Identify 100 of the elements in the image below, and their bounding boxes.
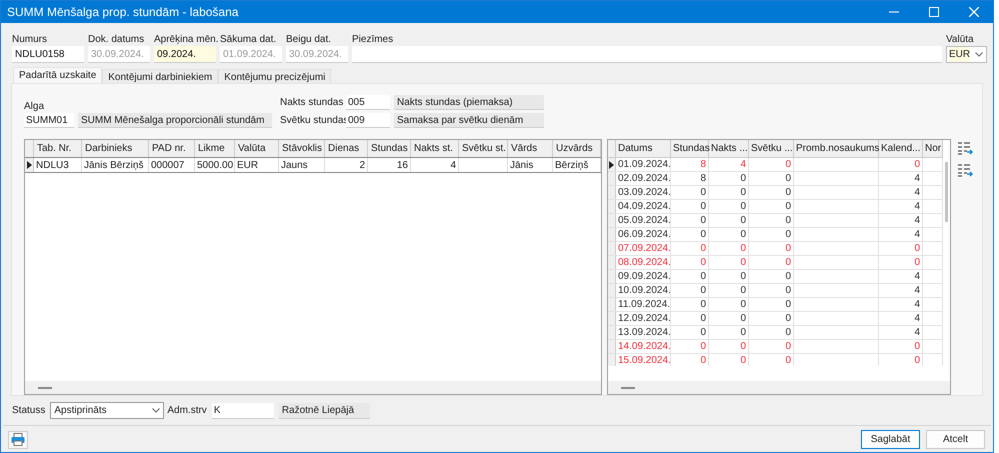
input-field[interactable]: 009 <box>346 113 390 128</box>
table-cell: 4 <box>879 270 923 283</box>
tab[interactable]: Padarītā uzskaite <box>13 67 102 83</box>
table-cell: 08.09.2024. <box>616 256 671 269</box>
field-label: Statuss <box>12 404 46 418</box>
table-cell: 0 <box>749 242 794 255</box>
table-cell: 16 <box>368 158 411 172</box>
input-field[interactable] <box>352 46 942 63</box>
column-header[interactable]: Stundas <box>671 140 709 157</box>
column-header[interactable]: Promb.nosaukums <box>794 140 879 157</box>
table-cell: 09.09.2024. <box>616 270 671 283</box>
table-cell: 0 <box>671 284 709 297</box>
column-header[interactable]: Tab. Nr. <box>34 140 82 157</box>
table-cell: 8 <box>671 172 709 185</box>
table-cell: 0 <box>879 242 923 255</box>
table-cell: 4 <box>411 158 459 172</box>
chevron-icon <box>975 52 983 57</box>
table-cell: 0 <box>879 340 923 353</box>
table-cell: 0 <box>671 186 709 199</box>
table-cell: 0 <box>749 256 794 269</box>
table-cell: 01.09.2024. <box>616 158 671 171</box>
table-cell: Jānis <box>508 158 553 172</box>
column-header[interactable]: Likme <box>195 140 235 157</box>
table-cell: 0 <box>749 326 794 339</box>
input-field[interactable]: K <box>212 402 274 418</box>
table-cell: 05.09.2024. <box>616 214 671 227</box>
table-cell: Jauns <box>279 158 325 172</box>
table-cell: 0 <box>749 172 794 185</box>
column-header[interactable]: Svētku st. <box>459 140 508 157</box>
printer-icon <box>11 433 25 446</box>
name-display: Samaksa par svētku dienām <box>394 113 544 128</box>
column-header[interactable]: Valūta <box>235 140 279 157</box>
table-cell: 0 <box>709 340 749 353</box>
table-cell: 0 <box>671 242 709 255</box>
table-cell: 0 <box>671 214 709 227</box>
field-label: Numurs <box>12 33 48 46</box>
table-cell: 0 <box>749 214 794 227</box>
field-label: Adm.strv <box>167 404 207 418</box>
table-cell: 0 <box>671 312 709 325</box>
table-cell: 0 <box>879 158 923 171</box>
table-cell: 0 <box>671 228 709 241</box>
close-icon[interactable] <box>969 7 979 17</box>
table-cell: 0 <box>709 284 749 297</box>
window-title: SUMM Mēnšalga prop. stundām - labošana <box>7 4 240 21</box>
dialog-button[interactable]: Saglabāt <box>861 430 920 449</box>
table-cell: 04.09.2024. <box>616 200 671 213</box>
column-header[interactable]: Darbinieks <box>82 140 149 157</box>
column-header[interactable]: PAD nr. <box>149 140 195 157</box>
status-dropdown[interactable]: Apstiprināts <box>50 402 164 419</box>
column-header[interactable]: Nakts ... <box>709 140 749 157</box>
print-button[interactable] <box>8 430 28 448</box>
table-cell: 0 <box>749 228 794 241</box>
column-header[interactable]: Svētku ... <box>749 140 794 157</box>
table-cell: 2 <box>325 158 368 172</box>
table-cell: 13.09.2024. <box>616 326 671 339</box>
table-cell: 4 <box>879 200 923 213</box>
field-label: Beigu dat. <box>286 33 332 46</box>
name-display: Nakts stundas (piemaksa) <box>394 95 544 110</box>
maximize-icon[interactable] <box>929 7 939 17</box>
chevron-icon <box>152 408 160 413</box>
grid-footer-handle[interactable] <box>38 386 52 388</box>
input-field[interactable]: 09.2024. <box>154 46 216 63</box>
column-header[interactable]: Dienas <box>325 140 368 157</box>
column-header[interactable]: Kalend... <box>879 140 923 157</box>
table-cell: 0 <box>671 298 709 311</box>
currency-dropdown[interactable]: EUR <box>946 46 987 63</box>
table-cell: 0 <box>749 312 794 325</box>
field-label: Piezīmes <box>352 33 394 46</box>
column-header[interactable]: Stundas <box>368 140 411 157</box>
column-header[interactable]: Datums <box>616 140 671 157</box>
dialog-button[interactable]: Atcelt <box>926 430 985 449</box>
column-header[interactable]: Vārds <box>508 140 553 157</box>
table-cell: 0 <box>749 284 794 297</box>
row-header[interactable] <box>25 158 34 172</box>
scrollbar-thumb[interactable] <box>945 162 948 222</box>
table-cell: 0 <box>709 312 749 325</box>
column-header[interactable]: Uzvārds <box>553 140 601 157</box>
row-header[interactable] <box>608 158 616 171</box>
table-cell: 0 <box>709 326 749 339</box>
table-cell: 0 <box>709 270 749 283</box>
table-cell: 4 <box>879 186 923 199</box>
table-cell: 0 <box>671 340 709 353</box>
table-cell: 02.09.2024. <box>616 172 671 185</box>
table-cell: 0 <box>671 326 709 339</box>
column-header[interactable]: Stāvoklis <box>279 140 325 157</box>
table-cell: 4 <box>709 158 749 171</box>
input-field[interactable]: SUMM01 <box>24 113 74 128</box>
field-label: Aprēķina mēn. <box>154 33 216 46</box>
table-cell: Bērziņš <box>553 158 601 172</box>
table-cell: 0 <box>709 214 749 227</box>
input-field[interactable]: NDLU0158 <box>12 46 84 63</box>
table-cell: 0 <box>709 256 749 269</box>
column-header[interactable]: Nakts st. <box>411 140 459 157</box>
grid-footer-handle[interactable] <box>621 386 635 388</box>
table-cell: 4 <box>879 214 923 227</box>
table-cell: 4 <box>879 228 923 241</box>
input-field[interactable]: 005 <box>346 95 390 110</box>
name-display: Ražotnē Liepājā <box>278 402 370 418</box>
table-cell: 0 <box>879 256 923 269</box>
table-cell: 4 <box>879 284 923 297</box>
